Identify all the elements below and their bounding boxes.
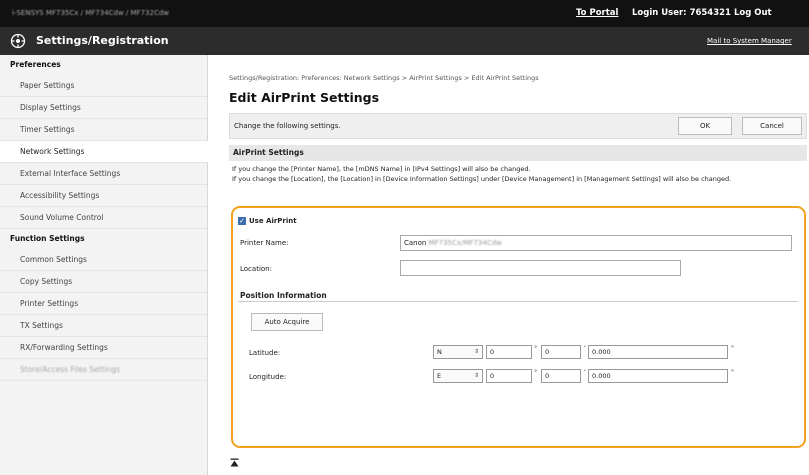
minute-symbol: ' <box>584 368 586 376</box>
sidebar-item-display-settings[interactable]: Display Settings <box>0 97 207 119</box>
position-information-heading: Position Information <box>240 291 327 300</box>
sidebar-item-store-access-files-settings[interactable]: Store/Access Files Settings <box>0 359 207 381</box>
logout-link[interactable]: Log Out <box>734 8 772 18</box>
use-airprint-checkbox[interactable]: ✓ <box>238 217 246 225</box>
section-heading-airprint-settings: AirPrint Settings <box>229 145 807 161</box>
minute-symbol: ' <box>584 344 586 352</box>
location-field[interactable] <box>400 260 681 276</box>
page-title: Edit AirPrint Settings <box>229 90 380 105</box>
select-arrows-icon: ⇕ <box>473 348 479 355</box>
header-title: Settings/Registration <box>36 34 169 47</box>
longitude-seconds-input[interactable]: 0.000 <box>588 369 728 383</box>
cancel-button[interactable]: Cancel <box>742 117 802 135</box>
model-name: i-SENSYS MF735Cx / MF734Cdw / MF732Cdw <box>12 9 170 17</box>
to-portal-link[interactable]: To Portal <box>576 8 618 18</box>
degree-symbol: ° <box>534 368 538 376</box>
ok-button[interactable]: OK <box>678 117 732 135</box>
sidebar-item-timer-settings[interactable]: Timer Settings <box>0 119 207 141</box>
location-label: Location: <box>240 265 272 273</box>
sidebar-item-external-interface-settings[interactable]: External Interface Settings <box>0 163 207 185</box>
longitude-minutes-input[interactable]: 0 <box>541 369 581 383</box>
sidebar-item-copy-settings[interactable]: Copy Settings <box>0 271 207 293</box>
longitude-degrees-input[interactable]: 0 <box>486 369 532 383</box>
longitude-label: Longitude: <box>249 373 287 381</box>
printer-name-field[interactable]: Canon MF735Cx/MF734Cdw <box>400 235 792 251</box>
section-description: If you change the [Printer Name], the [m… <box>232 165 802 184</box>
page-header: Settings/Registration Mail to System Man… <box>0 27 809 55</box>
login-info: Login User: 7654321 Log Out <box>632 8 772 18</box>
mail-to-system-manager-link[interactable]: Mail to System Manager <box>707 37 792 45</box>
sidebar-section-preferences: Preferences <box>10 60 61 69</box>
auto-acquire-button[interactable]: Auto Acquire <box>251 313 323 331</box>
sidebar-item-rx-forwarding-settings[interactable]: RX/Forwarding Settings <box>0 337 207 359</box>
use-airprint-label: Use AirPrint <box>249 217 297 225</box>
sidebar-item-accessibility-settings[interactable]: Accessibility Settings <box>0 185 207 207</box>
sidebar-item-common-settings[interactable]: Common Settings <box>0 249 207 271</box>
second-symbol: " <box>731 344 734 352</box>
change-settings-bar: Change the following settings. OK Cancel <box>229 113 807 139</box>
main-content: Settings/Registration: Preferences: Netw… <box>208 55 809 475</box>
sidebar-item-network-settings[interactable]: Network Settings <box>0 141 208 163</box>
sidebar-section-function-settings: Function Settings <box>10 234 85 243</box>
change-instructions: Change the following settings. <box>234 122 341 130</box>
longitude-direction-select[interactable]: E ⇕ <box>433 369 483 383</box>
breadcrumb: Settings/Registration: Preferences: Netw… <box>229 74 539 82</box>
latitude-direction-value: N <box>437 348 442 356</box>
sidebar-item-sound-volume-control[interactable]: Sound Volume Control <box>0 207 207 229</box>
sidebar-item-tx-settings[interactable]: TX Settings <box>0 315 207 337</box>
sidebar-item-paper-settings[interactable]: Paper Settings <box>0 75 207 97</box>
select-arrows-icon: ⇕ <box>473 372 479 379</box>
login-user-id: 7654321 <box>689 8 731 18</box>
longitude-direction-value: E <box>437 372 442 380</box>
login-user-label: Login User: <box>632 8 687 18</box>
printer-name-model: MF735Cx/MF734Cdw <box>428 239 502 247</box>
latitude-label: Latitude: <box>249 349 281 357</box>
printer-name-label: Printer Name: <box>240 239 289 247</box>
settings-icon <box>10 33 26 49</box>
latitude-seconds-input[interactable]: 0.000 <box>588 345 728 359</box>
second-symbol: " <box>731 368 734 376</box>
top-bar: i-SENSYS MF735Cx / MF734Cdw / MF732Cdw T… <box>0 0 809 27</box>
description-line-location: If you change the [Location], the [Locat… <box>232 174 732 183</box>
description-line-printer-name: If you change the [Printer Name], the [m… <box>232 165 531 173</box>
latitude-minutes-input[interactable]: 0 <box>541 345 581 359</box>
latitude-degrees-input[interactable]: 0 <box>486 345 532 359</box>
page-top-arrow-icon[interactable] <box>230 458 239 470</box>
printer-name-value: Canon <box>404 239 427 247</box>
position-divider <box>238 301 798 302</box>
degree-symbol: ° <box>534 344 538 352</box>
sidebar: Preferences Paper Settings Display Setti… <box>0 55 208 475</box>
sidebar-item-printer-settings[interactable]: Printer Settings <box>0 293 207 315</box>
latitude-direction-select[interactable]: N ⇕ <box>433 345 483 359</box>
